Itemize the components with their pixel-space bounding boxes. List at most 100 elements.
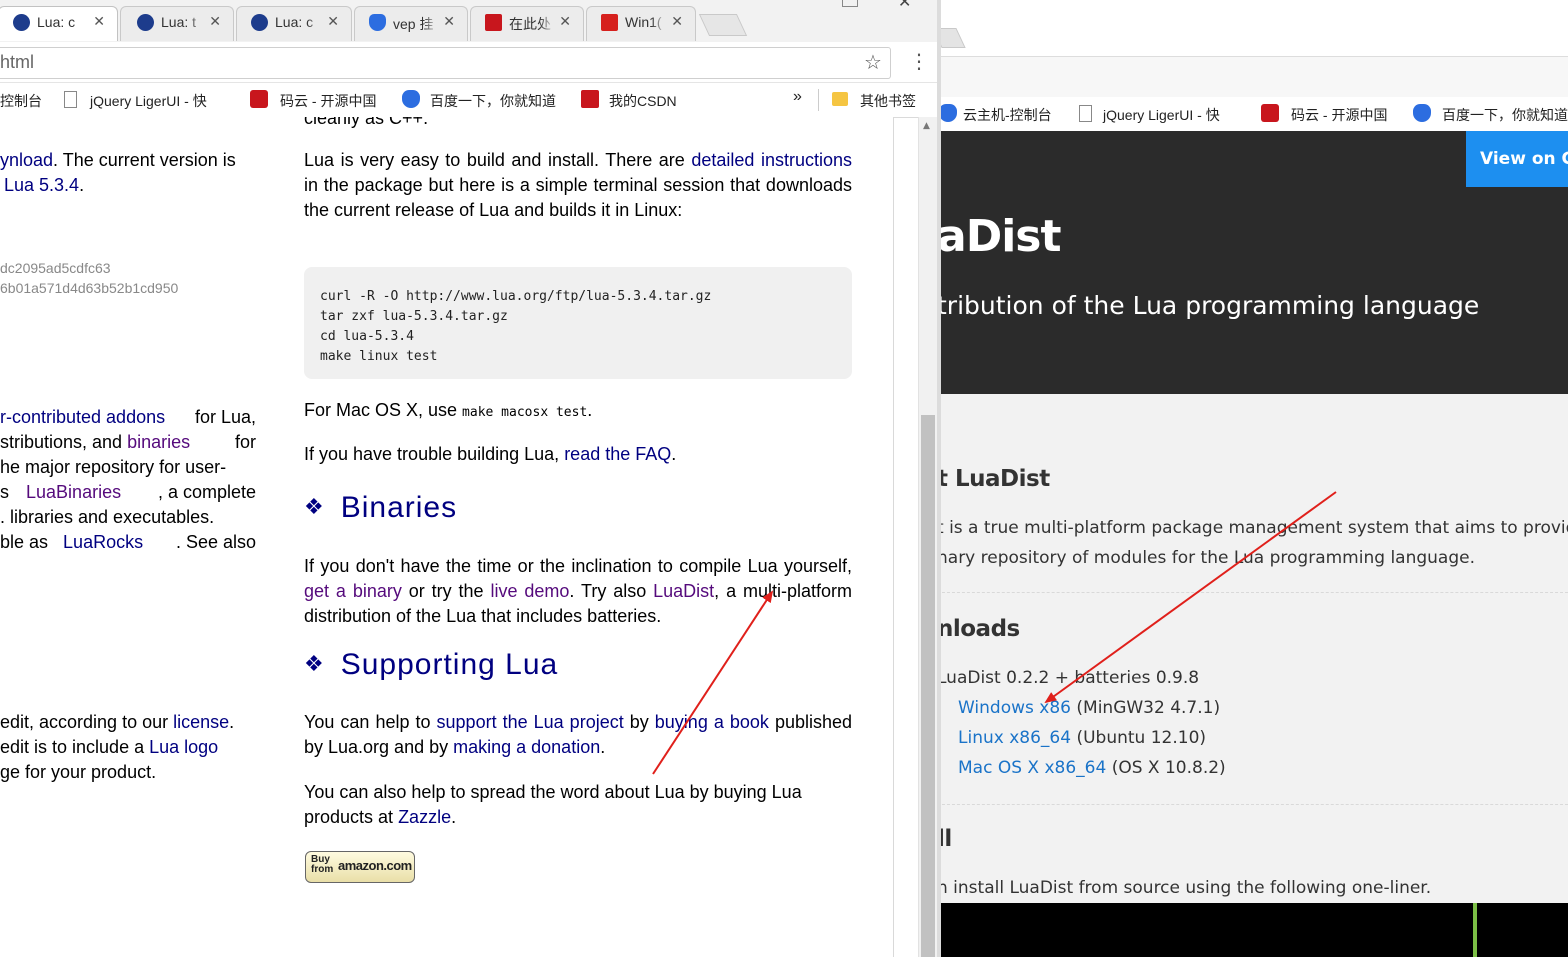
tab-lua-2[interactable]: Lua: t ✕ <box>120 6 234 41</box>
download-link[interactable]: ynload <box>0 150 53 170</box>
support-project-link[interactable]: support the Lua project <box>437 712 624 732</box>
donation-link[interactable]: making a donation <box>453 737 600 757</box>
vertical-scrollbar[interactable]: ▲ <box>918 117 937 957</box>
text: You can help to <box>304 712 437 732</box>
col1-addons-paragraph: r-contributed addons for Lua, stribution… <box>0 405 256 555</box>
text: . libraries and executables. <box>0 507 215 527</box>
about-heading: t LuaDist <box>937 466 1050 492</box>
luarocks-link[interactable]: LuaRocks <box>63 532 143 552</box>
right-browser-window: 云主机-控制台 jQuery LigerUI - 快 码云 - 开源中国 百度一… <box>937 0 1568 957</box>
addons-link[interactable]: r-contributed addons <box>0 407 165 427</box>
zazzle-link[interactable]: Zazzle <box>398 807 451 827</box>
hero-title: aDist <box>937 211 1062 262</box>
text: , a complete <box>157 482 256 502</box>
text: . <box>79 175 85 195</box>
faq-link[interactable]: read the FAQ <box>564 444 671 464</box>
tab-csdn[interactable]: 在此处 ✕ <box>470 6 584 41</box>
right-bookmarks-bar: 云主机-控制台 jQuery LigerUI - 快 码云 - 开源中国 百度一… <box>937 97 1568 132</box>
star-icon[interactable]: ☆ <box>864 50 882 74</box>
bookmark-gitee[interactable]: 码云 - 开源中国 <box>1291 105 1387 125</box>
bookmark-csdn[interactable]: 我的CSDN <box>609 91 677 111</box>
scrollbar-thumb[interactable] <box>921 415 935 957</box>
binaries-paragraph: If you don't have the time or the inclin… <box>304 554 852 629</box>
other-bookmarks[interactable]: 其他书签 <box>860 91 916 111</box>
text: . The current version is <box>53 150 236 170</box>
amazon-buy-label: Buy from <box>311 854 334 875</box>
bookmarks-overflow-button[interactable]: » <box>793 88 802 106</box>
lua-logo-link[interactable]: Lua logo <box>149 737 218 757</box>
about-line-1: t is a true multi-platform package manag… <box>937 518 1568 538</box>
binaries-heading: ❖ Binaries <box>304 491 457 525</box>
section-divider <box>937 804 1568 805</box>
close-icon[interactable]: ✕ <box>559 13 571 30</box>
close-icon[interactable]: ✕ <box>93 13 105 30</box>
luabinaries-link[interactable]: LuaBinaries <box>26 482 121 502</box>
bookmark-console[interactable]: 云主机-控制台 <box>963 105 1052 125</box>
about-line-2: nary repository of modules for the Lua p… <box>937 548 1475 568</box>
console-icon <box>939 104 957 122</box>
binaries-link[interactable]: binaries <box>127 432 190 452</box>
text: stributions, and <box>0 432 128 452</box>
bookmark-baidu[interactable]: 百度一下，你就知道 <box>430 91 556 111</box>
close-icon[interactable]: ✕ <box>209 13 221 30</box>
windows-x86-link[interactable]: Windows x86 <box>958 698 1071 718</box>
page-content: cleanly as C++. ynload. The current vers… <box>0 117 893 957</box>
new-tab-button[interactable] <box>937 28 966 48</box>
view-on-github-button[interactable]: View on G <box>1466 131 1568 187</box>
diamond-icon: ❖ <box>304 651 325 676</box>
close-window-icon[interactable]: ✕ <box>898 0 911 11</box>
live-demo-link[interactable]: live demo <box>490 581 569 601</box>
text: . <box>587 400 593 420</box>
lua-version-link[interactable]: Lua 5.3.4 <box>4 175 79 195</box>
luadist-link[interactable]: LuaDist <box>653 581 714 601</box>
lua-icon <box>251 14 268 31</box>
restore-window-icon[interactable] <box>842 0 858 7</box>
tab-lua-1[interactable]: Lua: c ✕ <box>0 6 118 41</box>
text: If you don't have the time or the inclin… <box>304 556 852 576</box>
close-icon[interactable]: ✕ <box>327 13 339 30</box>
download-note: (OS X 10.8.2) <box>1111 758 1226 778</box>
address-bar[interactable]: html ☆ <box>0 47 891 79</box>
left-browser-window: Lua: c ✕ Lua: t ✕ Lua: c ✕ vep 挂 ✕ 在此处 ✕ <box>0 0 937 957</box>
text: or try the <box>401 581 491 601</box>
ithome-icon <box>601 14 618 31</box>
text: in the package but here is a simple term… <box>304 175 852 220</box>
bookmark-gitee[interactable]: 码云 - 开源中国 <box>280 91 376 111</box>
license-link[interactable]: license <box>173 712 229 732</box>
close-icon[interactable]: ✕ <box>671 13 683 30</box>
bookmark-baidu[interactable]: 百度一下，你就知道 <box>1442 105 1568 125</box>
get-binary-link[interactable]: get a binary <box>304 581 402 601</box>
download-item: Windows x86 (MinGW32 4.7.1) <box>958 698 1220 718</box>
linux-x86-64-link[interactable]: Linux x86_64 <box>958 728 1071 748</box>
heading-text: Binaries <box>340 491 458 524</box>
text: edit is to include a <box>0 737 150 757</box>
bookmark-jquery[interactable]: jQuery LigerUI - 快 <box>90 91 207 111</box>
menu-dots-icon[interactable]: ⋮ <box>909 48 929 74</box>
new-tab-button[interactable] <box>698 14 748 36</box>
hash-line-1: dc2095ad5cdfc63 <box>0 260 111 276</box>
tab-ithome[interactable]: Win1( ✕ <box>586 6 696 41</box>
instructions-link[interactable]: detailed instructions <box>691 150 852 170</box>
gitee-icon <box>1261 104 1279 122</box>
url-text[interactable]: html <box>0 52 34 73</box>
macos-x86-64-link[interactable]: Mac OS X x86_64 <box>958 758 1106 778</box>
code-line: tar zxf lua-5.3.4.tar.gz <box>320 309 508 324</box>
scroll-up-arrow-icon[interactable]: ▲ <box>923 121 930 131</box>
gitee-icon <box>250 90 268 108</box>
code-block: curl -R -O http://www.lua.org/ftp/lua-5.… <box>304 267 852 379</box>
amazon-buy-button[interactable]: Buy from amazon.com <box>305 851 415 883</box>
toolbar: html ☆ ⋮ <box>0 42 937 83</box>
buy-book-link[interactable]: buying a book <box>655 712 769 732</box>
text: For Mac OS X, use <box>304 400 463 420</box>
bookmark-divider <box>818 89 819 111</box>
bookmark-console[interactable]: 控制台 <box>0 91 42 111</box>
text: s <box>0 482 15 502</box>
close-icon[interactable]: ✕ <box>443 13 455 30</box>
install-text: n install LuaDist from source using the … <box>937 878 1432 898</box>
download-note: (Ubuntu 12.10) <box>1076 728 1207 748</box>
tab-lua-3[interactable]: Lua: c ✕ <box>236 6 352 41</box>
tab-vep[interactable]: vep 挂 ✕ <box>354 6 468 41</box>
section-divider <box>937 592 1568 593</box>
tab-strip: Lua: c ✕ Lua: t ✕ Lua: c ✕ vep 挂 ✕ 在此处 ✕ <box>0 0 937 42</box>
bookmark-jquery[interactable]: jQuery LigerUI - 快 <box>1103 105 1220 125</box>
